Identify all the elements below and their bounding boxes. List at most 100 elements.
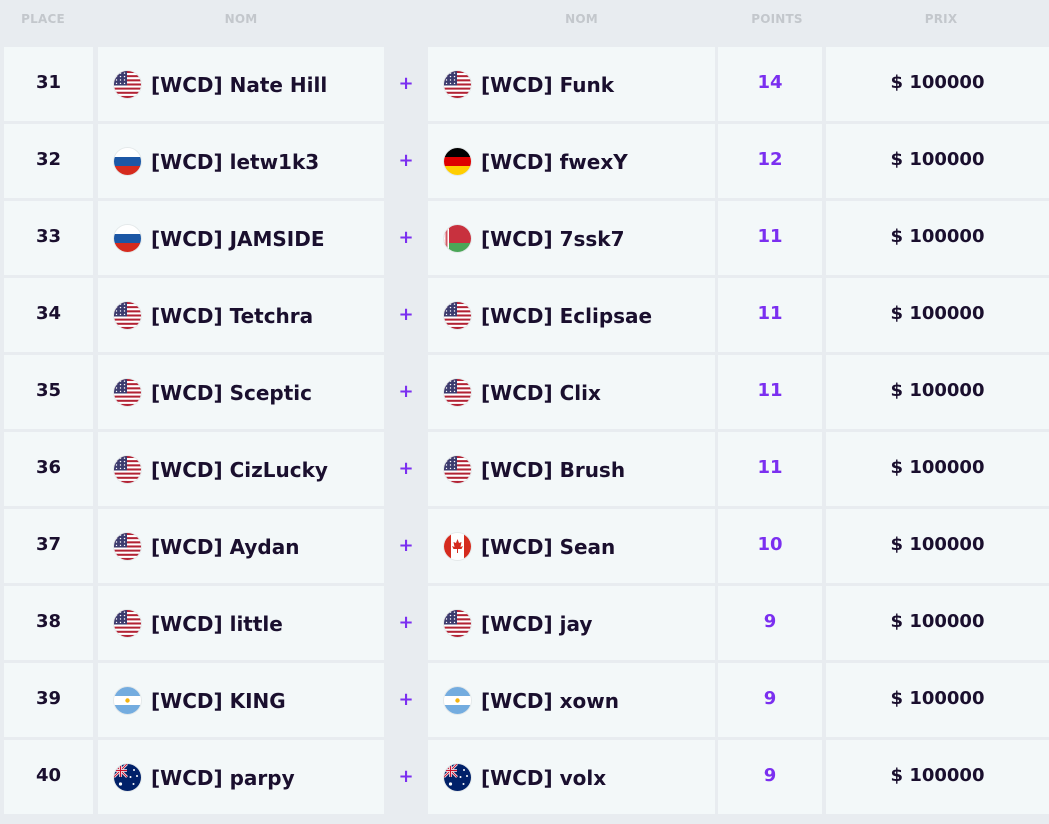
us-flag-icon [444, 456, 471, 483]
player-name: [WCD] Clix [481, 380, 601, 405]
player-name: [WCD] Brush [481, 457, 626, 482]
table-row: 33 [WCD] JAMSIDE [WCD] 7ssk7 +11 $ 100000 [0, 201, 1049, 275]
place-number: 32 [35, 149, 62, 170]
plus-icon: + [398, 535, 414, 556]
us-flag-icon [114, 379, 141, 406]
points-value: 10 [757, 534, 783, 555]
place-number: 39 [35, 688, 62, 709]
place-cell: 38 [4, 586, 93, 660]
points-value: 11 [757, 457, 783, 478]
player-name: [WCD] 7ssk7 [481, 226, 625, 251]
us-flag-icon [444, 302, 471, 329]
plus-icon: + [398, 458, 414, 479]
prize-cell: $ 100000 [826, 432, 1049, 506]
place-number: 31 [35, 72, 62, 93]
prize-cell: $ 100000 [826, 740, 1049, 814]
player-name-group: [WCD] KING [114, 687, 286, 714]
player-name: [WCD] Sean [481, 534, 616, 559]
player-name: [WCD] Funk [481, 72, 615, 97]
player-name: [WCD] volx [481, 765, 607, 790]
prize-value: $ 100000 [890, 688, 985, 709]
leaderboard: PLACE NOM NOM POINTS PRIX 31 [WCD] Nate H… [0, 0, 1049, 824]
header-prize: PRIX [924, 12, 958, 26]
us-flag-icon [114, 610, 141, 637]
plus-icon: + [398, 73, 414, 94]
table-row: 37 [WCD] Aydan [WCD] Sean +10 $ 100000 [0, 509, 1049, 583]
player-1-cell: [WCD] letw1k3 [98, 124, 384, 198]
table-row: 38 [WCD] little [WCD] jay +9 $ 100000 [0, 586, 1049, 660]
plus-icon: + [398, 381, 414, 402]
player-1-cell: [WCD] Sceptic [98, 355, 384, 429]
player-name-group: [WCD] 7ssk7 [444, 225, 625, 252]
belarus-flag-icon [444, 225, 471, 252]
player-1-cell: [WCD] JAMSIDE [98, 201, 384, 275]
australia-flag-icon [114, 764, 141, 791]
place-number: 35 [35, 380, 62, 401]
player-name-group: [WCD] Aydan [114, 533, 299, 560]
argentina-flag-icon [444, 687, 471, 714]
table-header: PLACE NOM NOM POINTS PRIX [0, 0, 1049, 44]
table-row: 34 [WCD] Tetchra [WCD] Eclipsae +11 $ 100000 [0, 278, 1049, 352]
header-name-1: NOM [224, 12, 258, 26]
plus-icon: + [398, 766, 414, 787]
prize-value: $ 100000 [890, 611, 985, 632]
player-name: [WCD] xown [481, 688, 619, 713]
plus-icon: + [398, 689, 414, 710]
points-value: 14 [757, 72, 783, 93]
rows-container: 31 [WCD] Nate Hill [WCD] Funk +14 $ 100000 32… [0, 47, 1049, 817]
us-flag-icon [114, 302, 141, 329]
points-cell: 12 [718, 124, 822, 198]
plus-icon: + [398, 227, 414, 248]
canada-flag-icon [444, 533, 471, 560]
place-number: 36 [35, 457, 62, 478]
header-place: PLACE [21, 12, 65, 26]
australia-flag-icon [444, 764, 471, 791]
player-name-group: [WCD] Sceptic [114, 379, 312, 406]
place-cell: 37 [4, 509, 93, 583]
player-name-group: [WCD] little [114, 610, 283, 637]
header-name-2: NOM [565, 12, 598, 26]
player-name: [WCD] KING [151, 688, 286, 713]
player-1-cell: [WCD] Tetchra [98, 278, 384, 352]
player-name-group: [WCD] Brush [444, 456, 625, 483]
prize-cell: $ 100000 [826, 124, 1049, 198]
prize-cell: $ 100000 [826, 201, 1049, 275]
argentina-flag-icon [114, 687, 141, 714]
points-value: 9 [763, 688, 777, 709]
player-1-cell: [WCD] little [98, 586, 384, 660]
player-2-cell: [WCD] 7ssk7 [428, 201, 715, 275]
player-name: [WCD] CizLucky [151, 457, 328, 482]
points-value: 11 [757, 226, 783, 247]
prize-cell: $ 100000 [826, 355, 1049, 429]
place-number: 37 [35, 534, 62, 555]
place-cell: 35 [4, 355, 93, 429]
points-value: 11 [757, 380, 783, 401]
player-name-group: [WCD] jay [444, 610, 592, 637]
player-name-group: [WCD] letw1k3 [114, 148, 319, 175]
prize-cell: $ 100000 [826, 586, 1049, 660]
prize-value: $ 100000 [890, 303, 985, 324]
points-cell: 10 [718, 509, 822, 583]
player-name: [WCD] parpy [151, 765, 295, 790]
table-row: 32 [WCD] letw1k3 [WCD] fwexY +12 $ 100000 [0, 124, 1049, 198]
place-cell: 32 [4, 124, 93, 198]
player-1-cell: [WCD] Nate Hill [98, 47, 384, 121]
russia-flag-icon [114, 148, 141, 175]
us-flag-icon [114, 71, 141, 98]
prize-cell: $ 100000 [826, 47, 1049, 121]
points-value: 12 [757, 149, 783, 170]
header-points: POINTS [751, 12, 803, 26]
player-name: [WCD] fwexY [481, 149, 628, 174]
place-cell: 39 [4, 663, 93, 737]
points-cell: 11 [718, 355, 822, 429]
table-row: 39 [WCD] KING [WCD] xown +9 $ 100000 [0, 663, 1049, 737]
plus-icon: + [398, 612, 414, 633]
prize-cell: $ 100000 [826, 663, 1049, 737]
player-name: [WCD] Tetchra [151, 303, 314, 328]
prize-cell: $ 100000 [826, 278, 1049, 352]
place-number: 33 [35, 226, 62, 247]
us-flag-icon [114, 456, 141, 483]
player-1-cell: [WCD] KING [98, 663, 384, 737]
us-flag-icon [114, 533, 141, 560]
prize-value: $ 100000 [890, 226, 985, 247]
